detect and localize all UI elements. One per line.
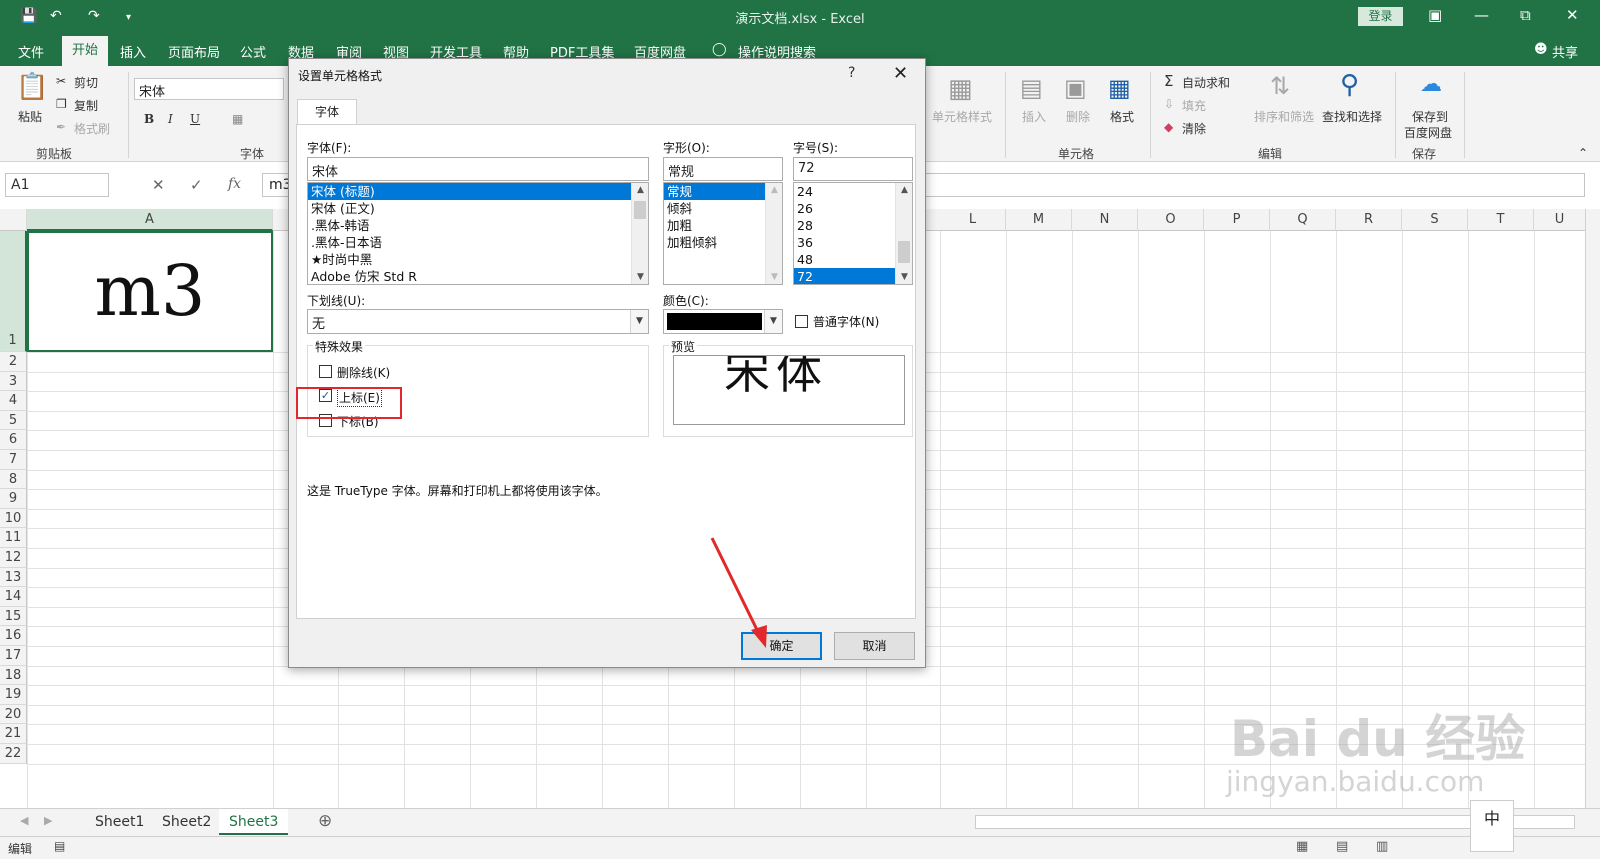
- annotation-arrowhead: [751, 625, 767, 648]
- annotation-arrow-layer: [710, 537, 767, 648]
- annotation-arrow: [710, 537, 764, 641]
